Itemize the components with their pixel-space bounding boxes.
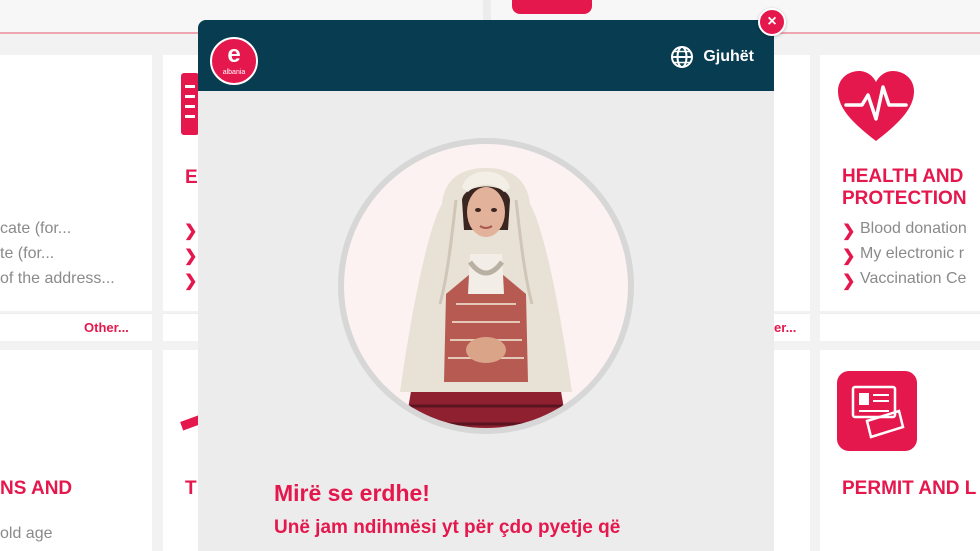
assistant-avatar-frame (338, 138, 634, 434)
list-item[interactable]: of the address... (0, 270, 115, 288)
category-title: HEALTH AND (842, 166, 964, 187)
tool-icon (180, 414, 199, 431)
card-footer: er... (774, 313, 810, 341)
document-icon (181, 73, 199, 135)
logo-subtext: albania (222, 69, 246, 76)
category-title: NS AND (0, 478, 73, 499)
chevron-right-icon: ❯ (842, 248, 856, 265)
language-selector[interactable]: Gjuhët (670, 45, 754, 69)
chevron-right-icon: ❯ (184, 273, 198, 290)
other-link[interactable]: Other... (84, 320, 129, 335)
card-footer: Other... (0, 313, 152, 341)
other-link[interactable]: er... (774, 320, 796, 335)
category-title: E (185, 167, 198, 188)
chevron-right-icon: ❯ (842, 223, 856, 240)
list-item[interactable]: My electronic r (860, 245, 964, 263)
assistant-avatar (344, 144, 628, 428)
category-card-health[interactable]: HEALTH AND PROTECTION ❯ Blood donation ❯… (820, 55, 980, 311)
language-label: Gjuhët (703, 48, 754, 65)
category-title: PROTECTION (842, 188, 967, 209)
heart-pulse-icon (838, 71, 914, 141)
chevron-right-icon: ❯ (842, 273, 856, 290)
close-icon: × (767, 13, 777, 30)
category-card-middle-right[interactable] (774, 55, 810, 311)
category-card-middle[interactable]: E ❯ ❯ ❯ (163, 55, 199, 311)
category-card-left[interactable]: cate (for... te (for... of the address..… (0, 55, 152, 311)
chevron-right-icon: ❯ (184, 223, 198, 240)
assistant-modal: e albania Gjuhët Mirë se erdhe! Unë jam … (198, 20, 774, 551)
category-card-middle-right-2[interactable] (774, 350, 810, 551)
category-title: PERMIT AND L (842, 478, 977, 499)
modal-header: e albania Gjuhët (198, 20, 774, 91)
permit-card-icon (837, 371, 917, 451)
welcome-heading: Mirë se erdhe! (274, 480, 430, 506)
list-item[interactable]: old age (0, 525, 53, 543)
category-card-middle-2[interactable]: T (163, 350, 199, 551)
category-title: T (185, 478, 197, 499)
logo-letter: e (227, 41, 241, 68)
card-footer (820, 313, 980, 341)
top-button[interactable] (512, 0, 592, 14)
card-footer (163, 313, 199, 341)
e-albania-logo: e albania (210, 37, 258, 85)
chevron-right-icon: ❯ (184, 248, 198, 265)
list-item[interactable]: Blood donation (860, 220, 967, 238)
intro-text: Unë jam ndihmësi yt për çdo pyetje që (274, 517, 621, 538)
globe-icon (671, 46, 694, 68)
category-card-permit[interactable]: PERMIT AND L (820, 350, 980, 551)
list-item[interactable]: te (for... (0, 245, 54, 263)
list-item[interactable]: cate (for... (0, 220, 71, 238)
close-button[interactable]: × (758, 8, 786, 36)
list-item[interactable]: Vaccination Ce (860, 270, 966, 288)
category-card-left-2[interactable]: NS AND old age (0, 350, 152, 551)
